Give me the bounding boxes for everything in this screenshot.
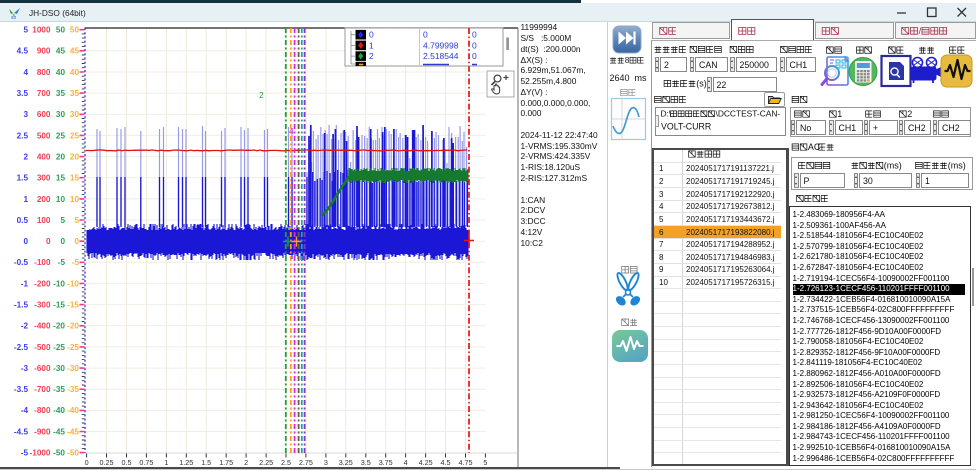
svg-text:8: 8 — [625, 55, 630, 65]
svg-text:(ms): (ms) — [948, 161, 966, 171]
svg-text:\DCCTEST-CAN-: \DCCTEST-CAN- — [716, 109, 781, 119]
svg-text:(s): (s) — [696, 79, 707, 89]
svg-text:(ms): (ms) — [884, 161, 902, 171]
svg-text:1: 1 — [837, 109, 842, 119]
svg-text:VOLT-CURR: VOLT-CURR — [661, 122, 711, 132]
svg-text:2: 2 — [907, 109, 912, 119]
svg-text:/: / — [919, 26, 922, 37]
